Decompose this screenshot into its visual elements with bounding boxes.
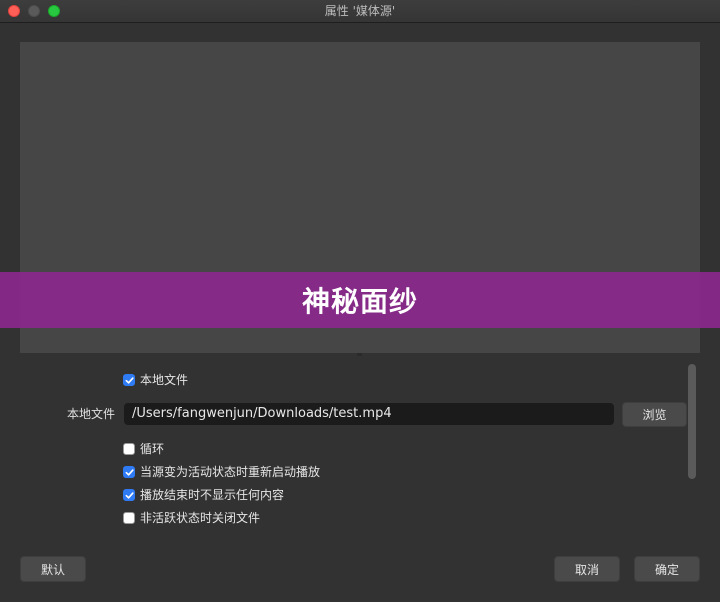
defaults-button[interactable]: 默认 [20,556,86,582]
checkmark-icon [125,376,134,384]
hide-when-ended-checkbox-row[interactable]: 播放结束时不显示任何内容 [123,486,284,504]
title-bar[interactable]: 属性 '媒体源' [0,0,720,23]
restart-playback-checkbox-row[interactable]: 当源变为活动状态时重新启动播放 [123,463,320,481]
close-file-inactive-checkbox-row[interactable]: 非活跃状态时关闭文件 [123,509,260,527]
restart-playback-checkbox[interactable] [123,466,135,478]
cancel-button[interactable]: 取消 [554,556,620,582]
ok-button[interactable]: 确定 [634,556,700,582]
local-file-field-label: 本地文件 [66,407,115,421]
local-file-path-input[interactable] [124,403,614,425]
browse-button[interactable]: 浏览 [622,402,687,427]
loop-checkbox-row[interactable]: 循环 [123,440,164,458]
local-file-checkbox-row[interactable]: 本地文件 [123,371,188,389]
checkmark-icon [125,468,134,476]
restart-playback-checkbox-label: 当源变为活动状态时重新启动播放 [140,465,321,479]
overlay-banner: 神秘面纱 [0,272,720,328]
window-title: 属性 '媒体源' [324,4,396,18]
properties-scrollbar[interactable] [688,364,696,479]
close-file-inactive-checkbox[interactable] [123,512,135,524]
local-file-checkbox-label: 本地文件 [140,373,189,387]
close-file-inactive-checkbox-label: 非活跃状态时关闭文件 [140,511,261,525]
banner-text: 神秘面纱 [301,285,418,318]
loop-checkbox[interactable] [123,443,135,455]
splitter-handle[interactable] [357,353,362,356]
local-file-checkbox[interactable] [123,374,135,386]
hide-when-ended-checkbox[interactable] [123,489,135,501]
properties-window: 属性 '媒体源' 神秘面纱 本地文件 本地文件 浏览 循环 当源变为活动状态时重… [0,0,720,602]
hide-when-ended-checkbox-label: 播放结束时不显示任何内容 [140,488,285,502]
loop-checkbox-label: 循环 [140,442,165,456]
checkmark-icon [125,491,134,499]
